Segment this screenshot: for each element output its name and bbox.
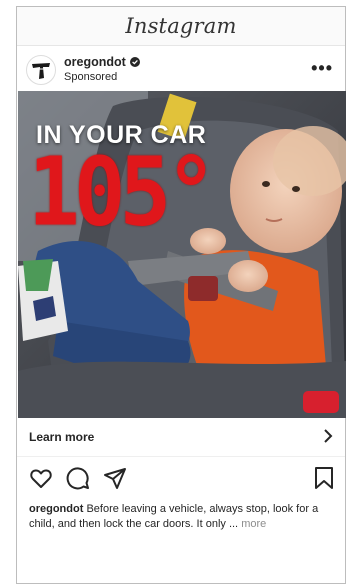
- comment-icon[interactable]: [66, 466, 90, 490]
- odot-logo-icon: [32, 63, 50, 79]
- more-options-icon[interactable]: •••: [311, 59, 333, 77]
- chevron-right-icon: [324, 429, 333, 443]
- sponsored-label: Sponsored: [64, 71, 118, 83]
- avatar[interactable]: [26, 55, 56, 85]
- app-header: Instagram: [17, 7, 345, 46]
- post-username[interactable]: oregondot: [64, 55, 126, 69]
- caption-more-link[interactable]: more: [241, 518, 266, 530]
- instagram-logo: Instagram: [125, 14, 237, 38]
- post-image[interactable]: IN YOUR CAR 105°: [18, 91, 346, 418]
- learn-more-row[interactable]: Learn more: [17, 418, 345, 457]
- learn-more-label: Learn more: [29, 430, 95, 444]
- post-header: oregondot Sponsored •••: [17, 47, 345, 93]
- post-actions: [17, 462, 345, 498]
- verified-badge-icon: [129, 57, 140, 67]
- instagram-ad-frame: Instagram oregondot Sponsored ••• IN YOU…: [16, 6, 346, 584]
- caption-username[interactable]: oregondot: [29, 503, 83, 515]
- post-caption: oregondot Before leaving a vehicle, alwa…: [29, 502, 335, 532]
- send-icon[interactable]: [103, 466, 127, 490]
- heart-icon[interactable]: [29, 466, 53, 490]
- bookmark-icon[interactable]: [313, 466, 335, 490]
- overlay-temperature: 105°: [28, 137, 217, 248]
